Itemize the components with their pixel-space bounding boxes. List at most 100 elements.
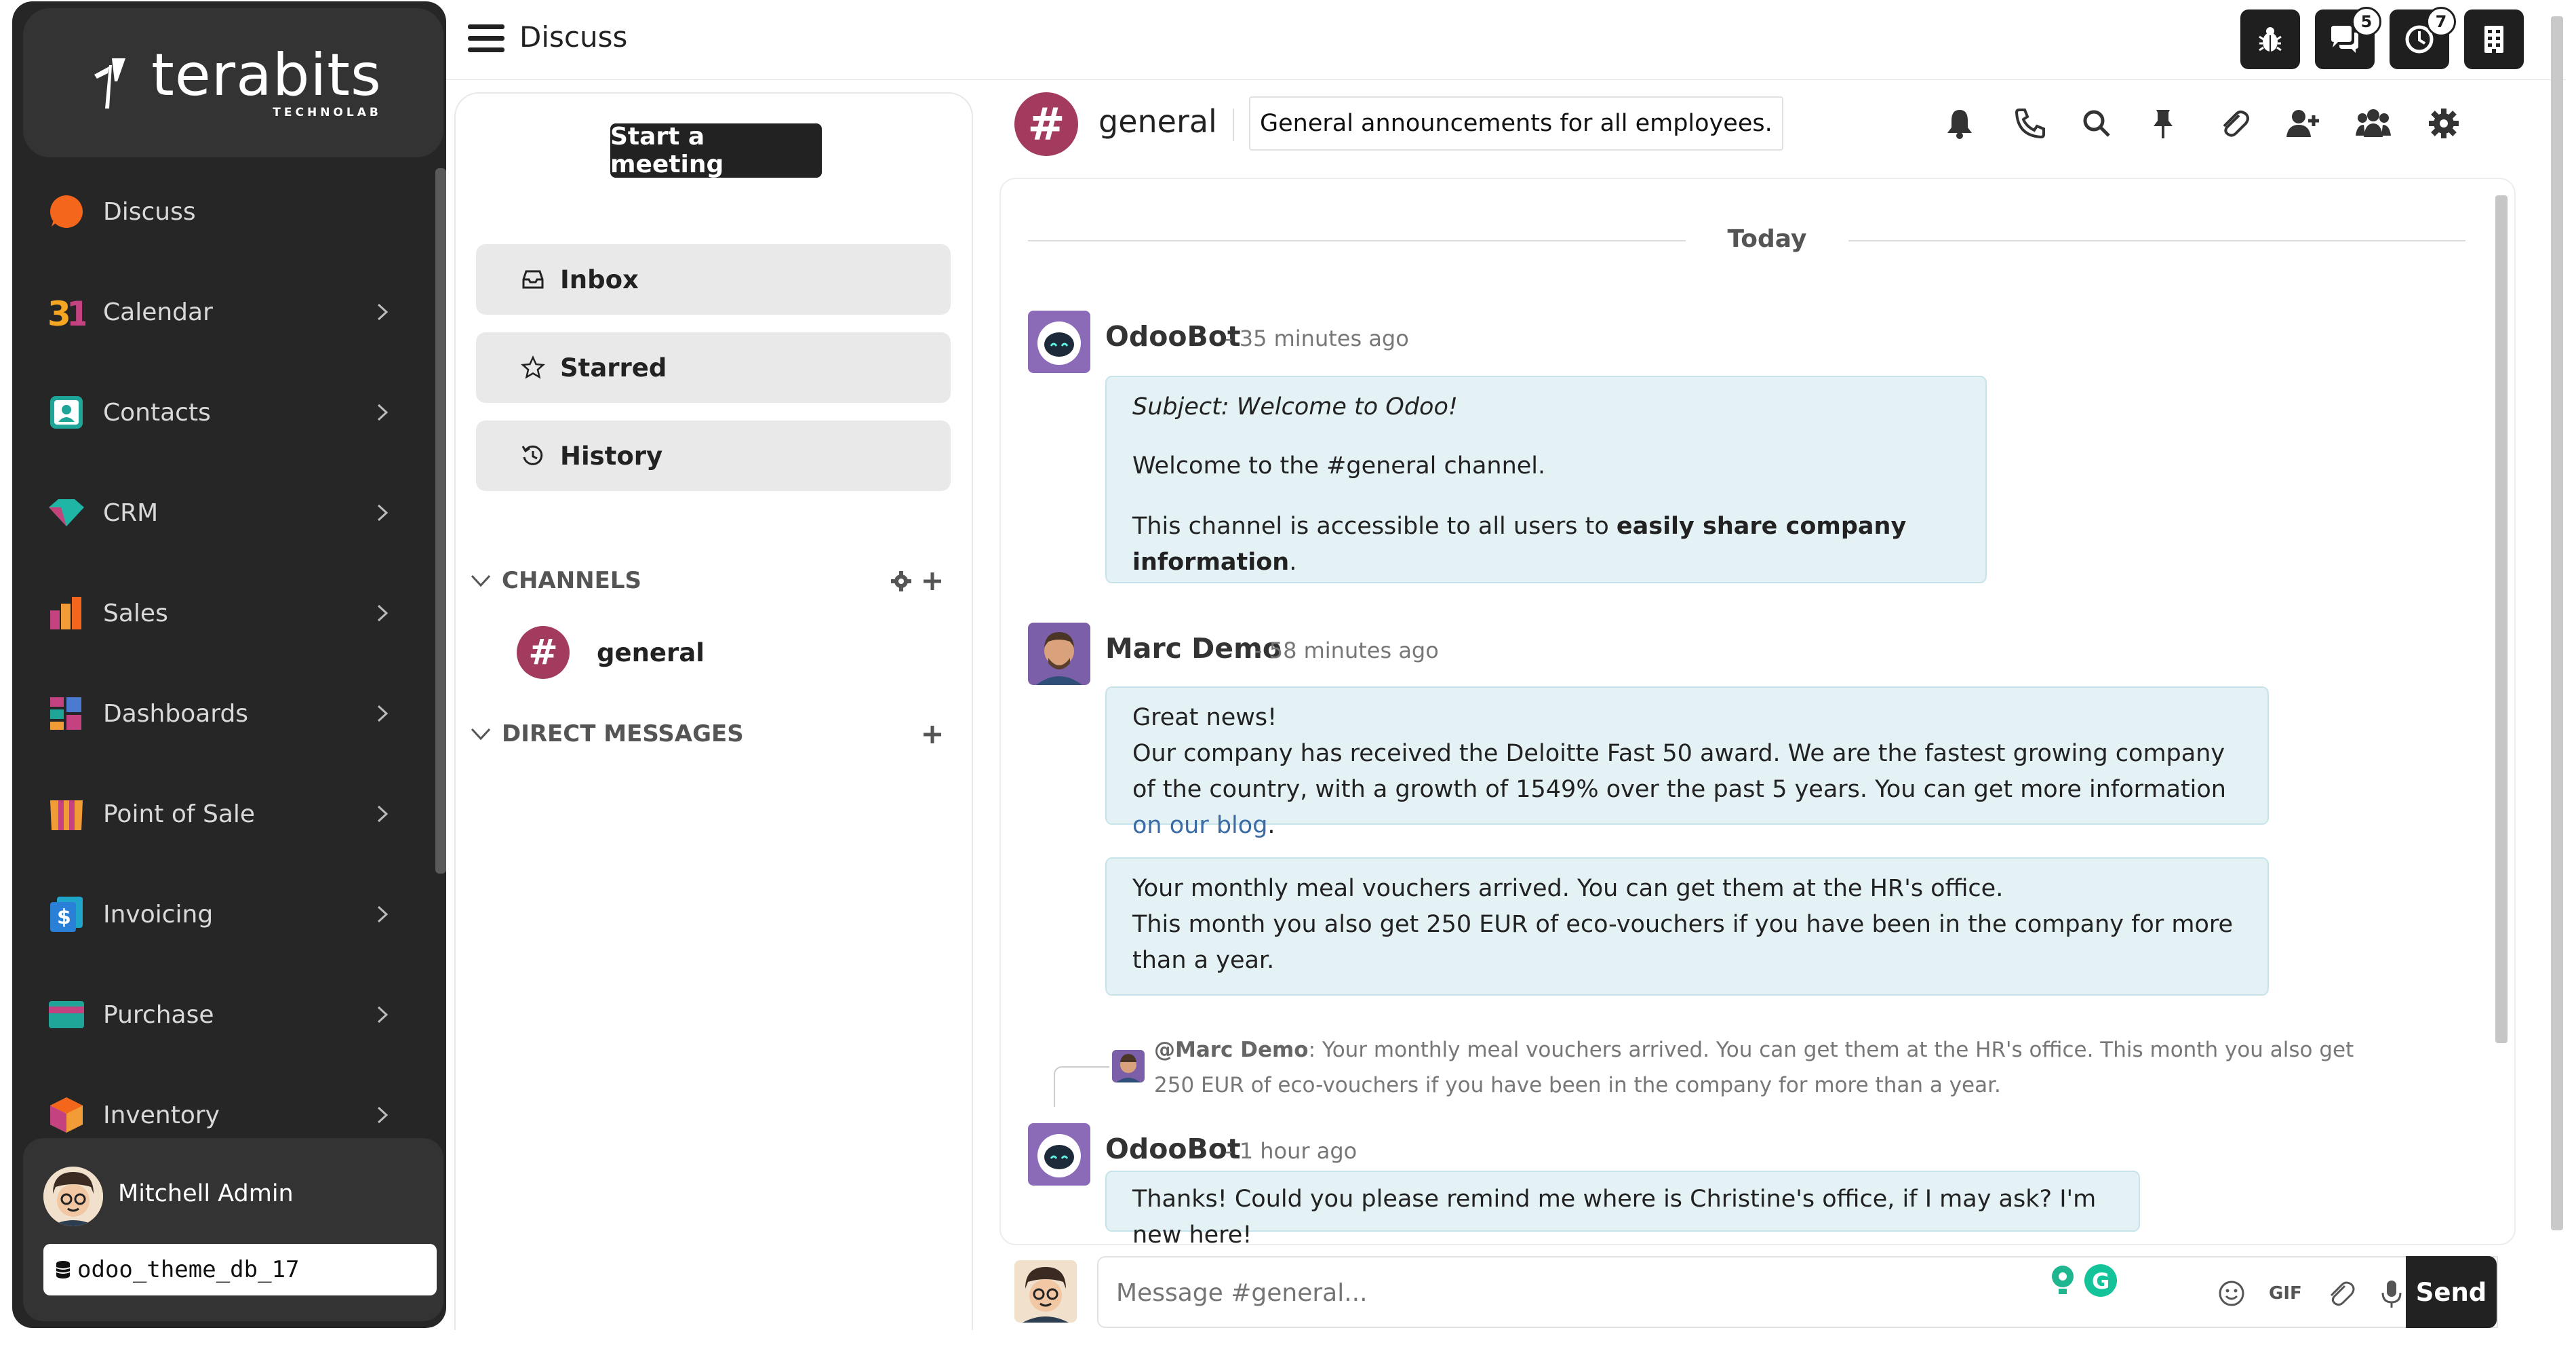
inbox-icon	[522, 270, 544, 289]
gif-button[interactable]: GIF	[2269, 1278, 2302, 1309]
app-sidebar: terabits TECHNOLAB Discuss 31 Calendar C…	[12, 1, 446, 1328]
bug-icon	[2259, 27, 2282, 52]
messages-count-badge: 5	[2352, 7, 2381, 37]
sales-icon	[50, 597, 81, 629]
nav-starred[interactable]: Starred	[476, 332, 951, 403]
sidebar-item-label: Discuss	[103, 197, 196, 226]
building-icon	[2484, 26, 2503, 53]
thread-scrollbar[interactable]	[2495, 195, 2508, 1043]
chevron-right-icon	[377, 705, 389, 722]
message-bubble: Your monthly meal vouchers arrived. You …	[1105, 857, 2269, 996]
channels-section-header[interactable]: CHANNELS	[469, 560, 957, 601]
grammarly-light-bulb-icon[interactable]	[2048, 1263, 2078, 1298]
svg-text:G: G	[2092, 1268, 2109, 1294]
chevron-right-icon	[377, 303, 389, 321]
add-channel-plus-icon[interactable]	[921, 570, 944, 593]
blog-link[interactable]: on our blog	[1132, 812, 1267, 839]
message-text: Thanks! Could you please remind me where…	[1132, 1186, 2097, 1245]
marc-demo-avatar[interactable]	[1028, 623, 1090, 685]
user-avatar[interactable]	[43, 1167, 103, 1226]
sidebar-item-sales[interactable]: Sales	[12, 563, 433, 663]
reply-preview[interactable]: @Marc Demo: Your monthly meal vouchers a…	[1154, 1032, 2368, 1103]
app-title: Discuss	[519, 20, 628, 54]
nav-history[interactable]: History	[476, 421, 951, 491]
add-direct-message-plus-icon[interactable]	[921, 723, 944, 746]
chevron-right-icon	[377, 905, 389, 923]
company-switch-button[interactable]	[2464, 9, 2524, 69]
hamburger-menu-icon[interactable]	[468, 23, 504, 54]
database-selector[interactable]: odoo_theme_db_17	[43, 1244, 437, 1295]
channel-item-general[interactable]: # general	[517, 624, 705, 681]
debug-button[interactable]	[2240, 9, 2300, 69]
sidebar-item-point-of-sale[interactable]: Point of Sale	[12, 764, 433, 864]
sidebar-scrollbar[interactable]	[435, 168, 446, 874]
channels-header-label: CHANNELS	[502, 567, 642, 594]
message-author[interactable]: OdooBot	[1105, 1133, 1241, 1165]
grammarly-icon[interactable]: G	[2083, 1263, 2118, 1298]
user-panel: Mitchell Admin odoo_theme_db_17	[23, 1138, 443, 1321]
add-user-icon[interactable]	[2285, 106, 2320, 141]
chevron-right-icon	[377, 805, 389, 823]
chevron-right-icon	[377, 604, 389, 622]
emoji-icon[interactable]	[2216, 1278, 2247, 1309]
current-user-avatar	[1014, 1260, 1077, 1323]
sidebar-item-invoicing[interactable]: $ Invoicing	[12, 864, 433, 964]
search-icon[interactable]	[2079, 106, 2114, 141]
brand-subtitle: TECHNOLAB	[273, 106, 382, 119]
brand-logo[interactable]: terabits TECHNOLAB	[23, 8, 443, 157]
channel-description[interactable]: General announcements for all employees.	[1249, 96, 1783, 151]
send-button[interactable]: Send	[2406, 1256, 2497, 1328]
sidebar-item-dashboards[interactable]: Dashboards	[12, 663, 433, 764]
message-author[interactable]: OdooBot	[1105, 320, 1241, 353]
sidebar-item-purchase[interactable]: Purchase	[12, 964, 433, 1065]
chevron-down-icon	[471, 728, 491, 741]
message-text: Great news!	[1132, 704, 1277, 731]
point-of-sale-icon	[50, 800, 83, 830]
page-scrollbar-thumb[interactable]	[2551, 16, 2563, 1230]
phone-call-icon[interactable]	[2013, 106, 2048, 141]
thread-header: # general General announcements for all …	[1004, 81, 2563, 163]
header-divider	[1233, 109, 1234, 141]
date-separator-label: Today	[1727, 225, 1807, 253]
message-bubble: Great news! Our company has received the…	[1105, 686, 2269, 839]
activity-menu-button[interactable]: 7	[2390, 7, 2456, 69]
sidebar-item-calendar[interactable]: 31 Calendar	[12, 262, 433, 362]
notification-bell-icon[interactable]	[1942, 106, 1977, 141]
sidebar-item-label: Inventory	[103, 1101, 220, 1129]
settings-gear-icon[interactable]	[2426, 106, 2461, 141]
attachment-paperclip-icon[interactable]	[2324, 1278, 2356, 1309]
contacts-icon	[50, 396, 83, 429]
odoobot-avatar[interactable]	[1028, 1123, 1090, 1186]
sidebar-item-label: Invoicing	[103, 900, 214, 929]
sidebar-item-discuss[interactable]: Discuss	[12, 161, 433, 262]
thread-title[interactable]: general	[1098, 103, 1217, 140]
hash-icon: #	[517, 626, 570, 679]
members-icon[interactable]	[2356, 106, 2391, 141]
direct-messages-section-header[interactable]: DIRECT MESSAGES	[469, 714, 957, 754]
messaging-menu-button[interactable]: 5	[2315, 7, 2381, 69]
microphone-icon[interactable]	[2376, 1278, 2407, 1309]
odoobot-avatar[interactable]	[1028, 311, 1090, 373]
nav-inbox-label: Inbox	[560, 265, 639, 294]
paperclip-icon[interactable]	[2216, 106, 2251, 141]
message-thread: Today OdooBot - 35 minutes ago Subject: …	[999, 178, 2516, 1245]
sidebar-item-label: Calendar	[103, 298, 213, 326]
message-text: Our company has received the Deloitte Fa…	[1132, 740, 2226, 839]
pin-icon[interactable]	[2145, 106, 2181, 141]
channel-settings-gear-icon[interactable]	[890, 570, 913, 593]
message-input[interactable]	[1115, 1270, 2064, 1316]
sidebar-item-crm[interactable]: CRM	[12, 463, 433, 563]
sidebar-item-contacts[interactable]: Contacts	[12, 362, 433, 463]
nav-history-label: History	[560, 441, 663, 471]
start-meeting-button[interactable]: Start a meeting	[610, 123, 822, 178]
inventory-icon	[50, 1097, 83, 1133]
database-icon	[56, 1261, 71, 1278]
user-name[interactable]: Mitchell Admin	[118, 1180, 294, 1207]
page-scrollbar[interactable]	[2548, 0, 2566, 1333]
dashboards-icon	[50, 697, 81, 730]
channel-hash-icon: #	[1014, 92, 1078, 156]
chevron-right-icon	[377, 404, 389, 421]
chevron-right-icon	[377, 1106, 389, 1124]
chevron-right-icon	[377, 504, 389, 522]
nav-inbox[interactable]: Inbox	[476, 244, 951, 315]
